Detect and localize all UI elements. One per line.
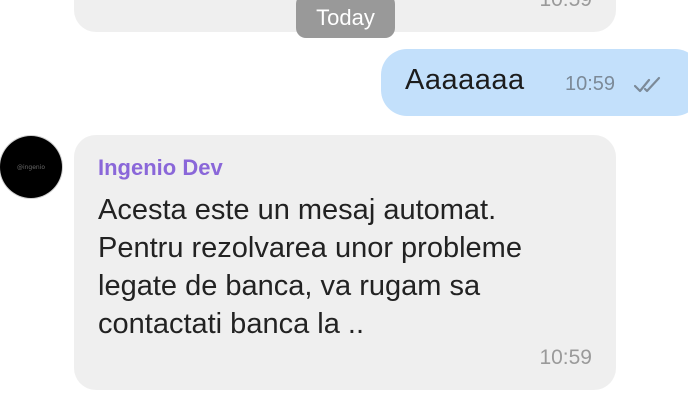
incoming-message-bubble[interactable]: Ingenio Dev Acesta este un mesaj automat… bbox=[74, 135, 616, 390]
user-avatar-icon[interactable]: @ingenio bbox=[0, 136, 62, 198]
message-line: legate de banca, va rugam sa bbox=[98, 270, 481, 302]
message-line: Acesta este un mesaj automat. bbox=[98, 194, 497, 226]
message-line: Pentru rezolvarea unor probleme bbox=[98, 232, 522, 264]
sender-name[interactable]: Ingenio Dev bbox=[98, 155, 223, 181]
outgoing-message-text: Aaaaaaa bbox=[405, 64, 525, 96]
message-line: contactati banca la .. bbox=[98, 308, 364, 340]
incoming-message-time: 10:59 bbox=[539, 346, 592, 369]
previous-message-time: 10:59 bbox=[539, 0, 592, 12]
date-separator: Today bbox=[296, 0, 395, 38]
outgoing-message-time: 10:59 bbox=[565, 73, 616, 95]
avatar-label: @ingenio bbox=[16, 163, 46, 171]
double-check-icon bbox=[634, 76, 661, 93]
outgoing-message-bubble[interactable]: Aaaaaaa 10:59 bbox=[381, 49, 688, 116]
incoming-message-text: Acesta este un mesaj automat. Pentru rez… bbox=[98, 191, 598, 343]
